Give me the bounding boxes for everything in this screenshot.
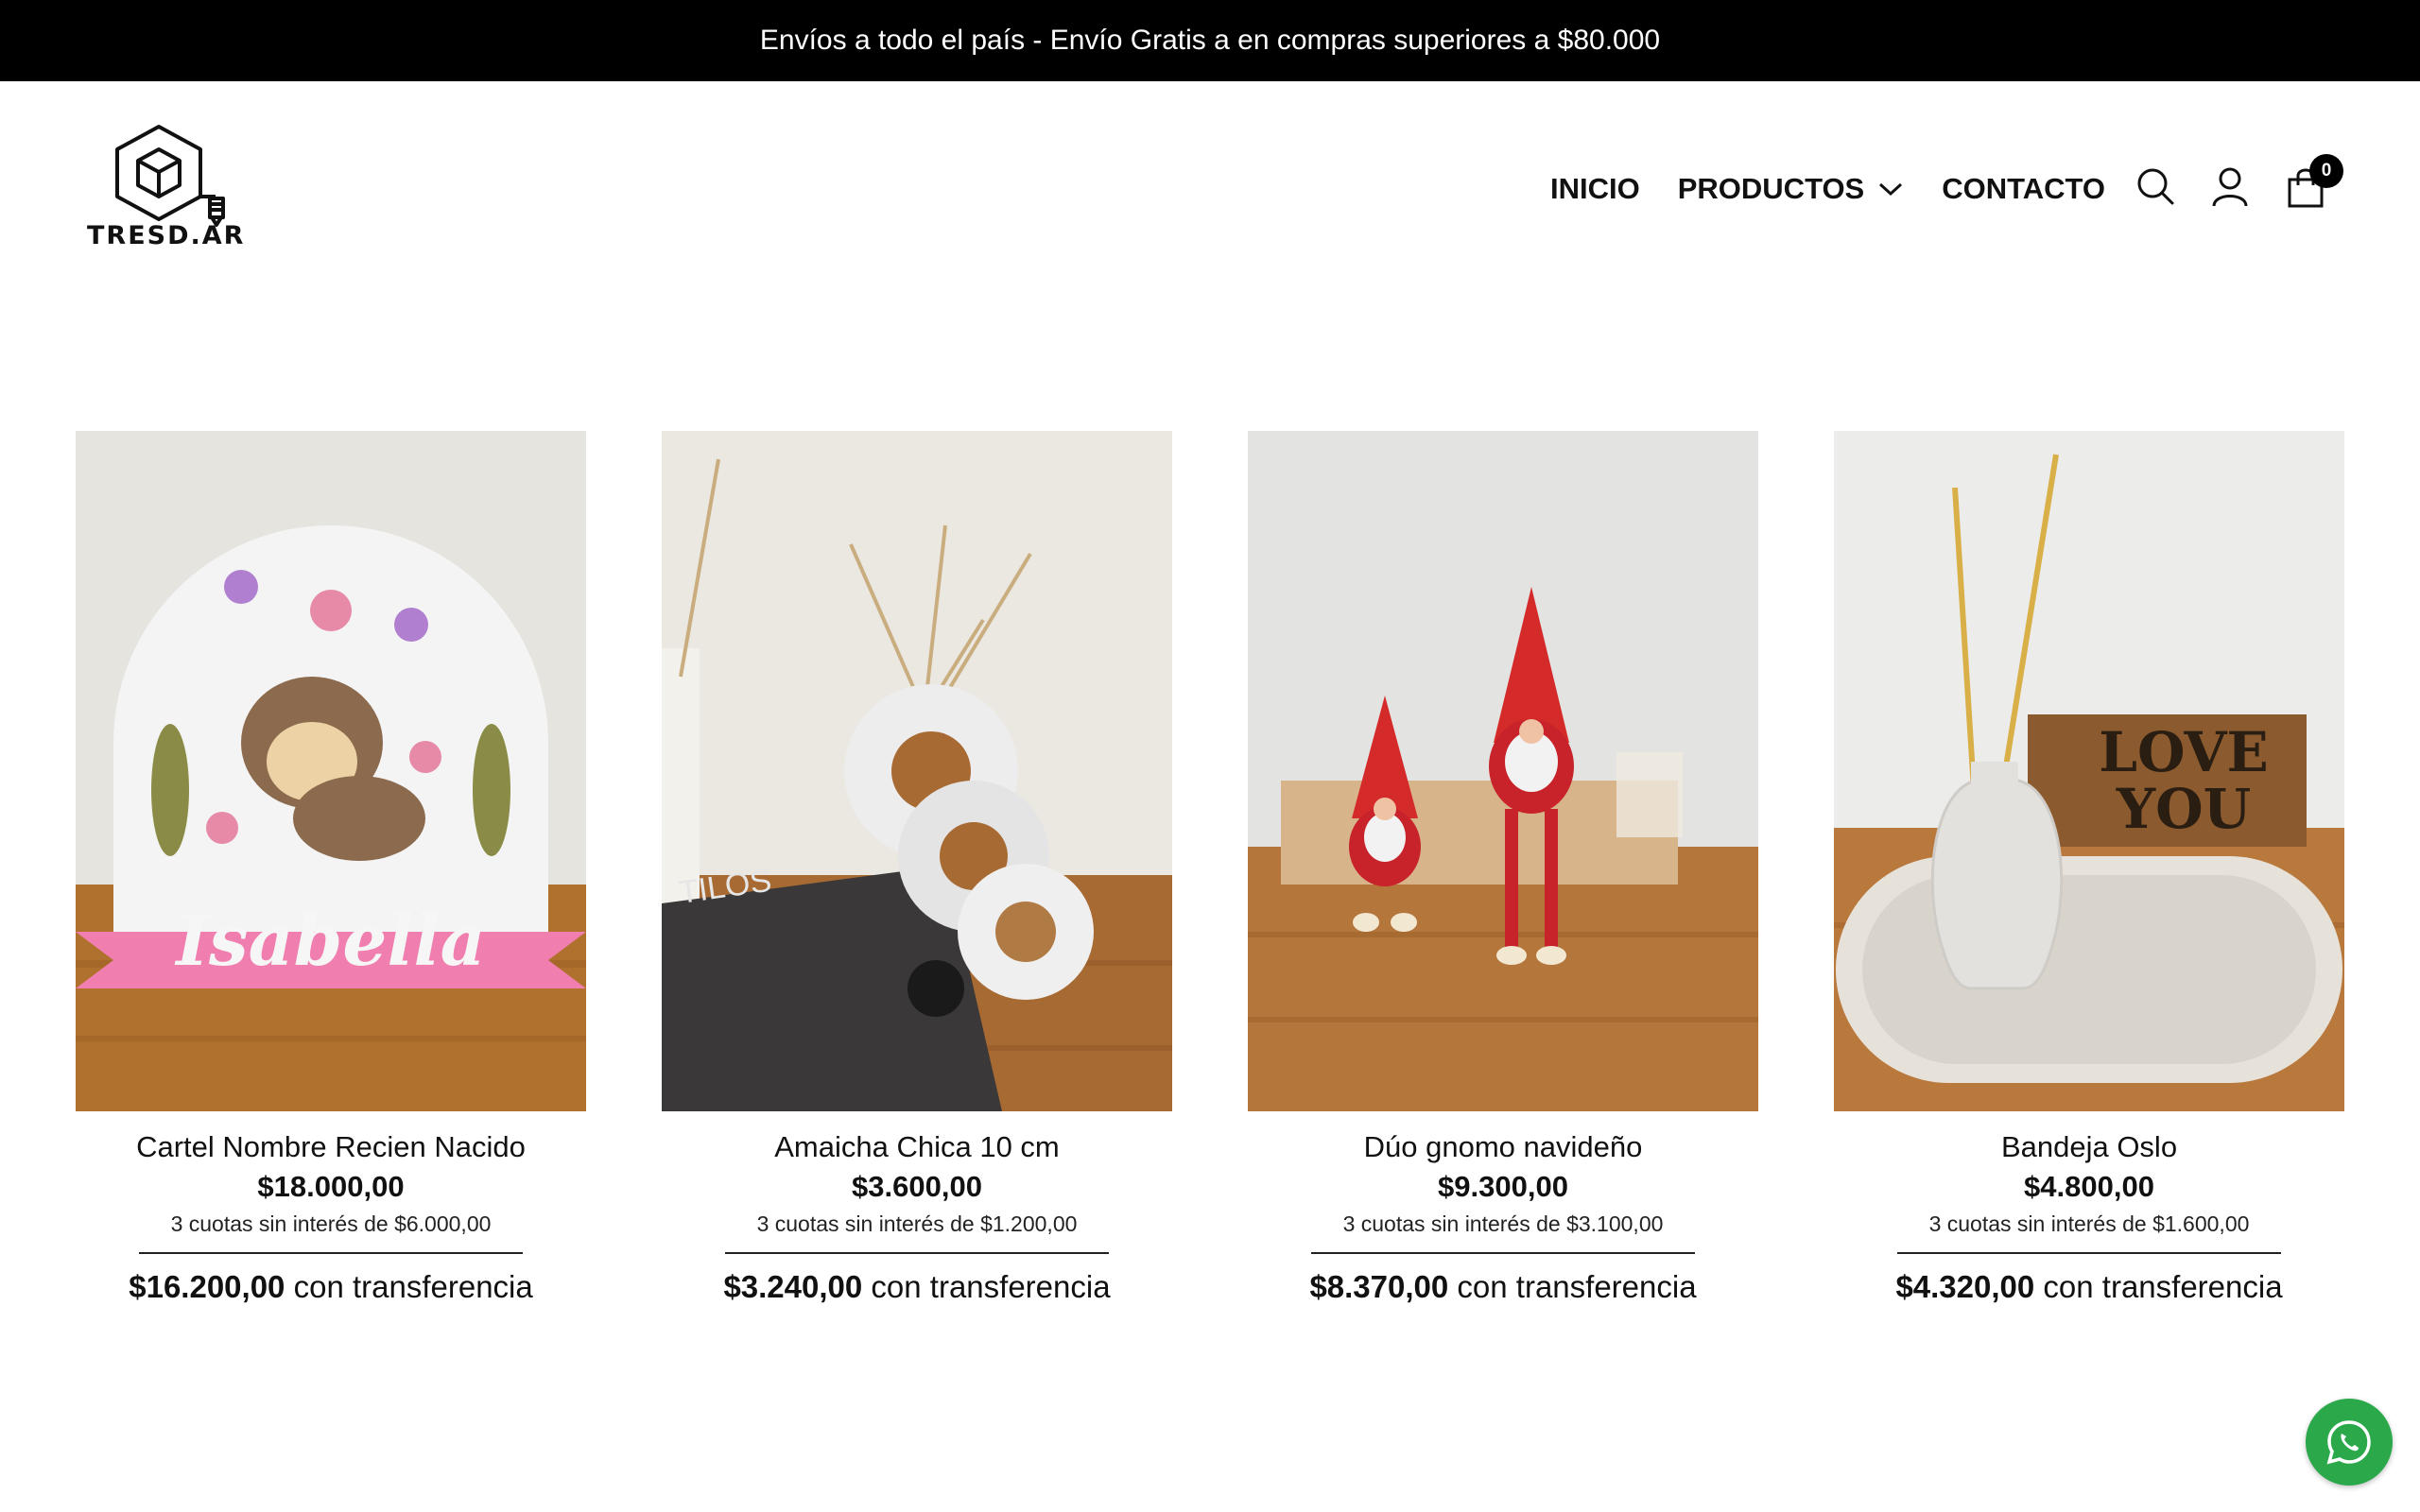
product-installments: 3 cuotas sin interés de $1.200,00 bbox=[756, 1211, 1078, 1236]
product-image-text: Isabella bbox=[174, 901, 485, 982]
product-image-text: YOU bbox=[2116, 777, 2252, 841]
product-price: $9.300,00 bbox=[1438, 1170, 1568, 1203]
product-image[interactable]: TILOS bbox=[662, 431, 1172, 1111]
nav-item-inicio[interactable]: INICIO bbox=[1550, 172, 1640, 206]
price-divider bbox=[1311, 1252, 1695, 1254]
brand-name: TRESD.AR bbox=[87, 221, 246, 250]
user-icon[interactable] bbox=[2209, 164, 2251, 210]
whatsapp-button[interactable] bbox=[2306, 1399, 2393, 1486]
chevron-down-icon bbox=[1879, 182, 1903, 197]
transfer-price-label: con transferencia bbox=[871, 1269, 1111, 1304]
product-price: $3.600,00 bbox=[852, 1170, 982, 1203]
product-transfer-price: $3.240,00 con transferencia bbox=[662, 1269, 1172, 1305]
whatsapp-icon bbox=[2326, 1420, 2371, 1465]
product-transfer-price: $8.370,00 con transferencia bbox=[1248, 1269, 1758, 1305]
product-image[interactable] bbox=[1248, 431, 1758, 1111]
nav-item-label: CONTACTO bbox=[1942, 172, 2106, 205]
product-price: $4.800,00 bbox=[2024, 1170, 2154, 1203]
transfer-price-value: $3.240,00 bbox=[723, 1269, 863, 1304]
product-name[interactable]: Amaicha Chica 10 cm bbox=[662, 1130, 1172, 1164]
product-installments: 3 cuotas sin interés de $3.100,00 bbox=[1342, 1211, 1664, 1236]
product-name[interactable]: Dúo gnomo navideño bbox=[1248, 1130, 1758, 1164]
product-card[interactable]: Dúo gnomo navideño $9.300,00 3 cuotas si… bbox=[1248, 431, 1758, 1319]
product-image[interactable]: LOVE YOU bbox=[1834, 431, 2344, 1111]
announcement-text: Envíos a todo el país - Envío Gratis a e… bbox=[759, 25, 1661, 56]
price-divider bbox=[725, 1252, 1109, 1254]
product-transfer-price: $4.320,00 con transferencia bbox=[1834, 1269, 2344, 1305]
transfer-price-label: con transferencia bbox=[1457, 1269, 1697, 1304]
nav-item-contacto[interactable]: CONTACTO bbox=[1942, 172, 2105, 206]
product-card[interactable]: Isabella Cartel Nombre Recien Nacido $18… bbox=[76, 431, 586, 1319]
main-nav: INICIO PRODUCTOS CONTACTO bbox=[1550, 168, 2105, 210]
price-divider bbox=[1897, 1252, 2281, 1254]
search-icon[interactable] bbox=[2135, 164, 2176, 210]
transfer-price-label: con transferencia bbox=[2043, 1269, 2283, 1304]
price-divider bbox=[139, 1252, 523, 1254]
nav-item-label: PRODUCTOS bbox=[1677, 172, 1865, 205]
transfer-price-value: $8.370,00 bbox=[1309, 1269, 1449, 1304]
transfer-price-label: con transferencia bbox=[293, 1269, 533, 1304]
nav-item-productos[interactable]: PRODUCTOS bbox=[1678, 172, 1905, 206]
product-card[interactable]: TILOS Amaicha Chica 10 cm $3.600,00 3 cu… bbox=[662, 431, 1172, 1319]
announcement-bar: Envíos a todo el país - Envío Gratis a e… bbox=[0, 0, 2420, 81]
product-grid: Isabella Cartel Nombre Recien Nacido $18… bbox=[76, 431, 2344, 1319]
product-name[interactable]: Cartel Nombre Recien Nacido bbox=[76, 1130, 586, 1164]
product-image-text: LOVE bbox=[2099, 720, 2269, 784]
product-installments: 3 cuotas sin interés de $1.600,00 bbox=[1928, 1211, 2250, 1236]
product-name[interactable]: Bandeja Oslo bbox=[1834, 1130, 2344, 1164]
product-image[interactable]: Isabella bbox=[76, 431, 586, 1111]
cart-count-badge: 0 bbox=[2309, 154, 2343, 188]
product-price: $18.000,00 bbox=[257, 1170, 405, 1203]
product-card[interactable]: LOVE YOU Bandeja Oslo $4.800,00 3 cuotas… bbox=[1834, 431, 2344, 1319]
transfer-price-value: $16.200,00 bbox=[129, 1269, 285, 1304]
nav-item-label: INICIO bbox=[1550, 172, 1640, 205]
site-header: TRESD.AR INICIO PRODUCTOS CONTACTO 0 bbox=[0, 81, 2420, 299]
product-installments: 3 cuotas sin interés de $6.000,00 bbox=[170, 1211, 492, 1236]
transfer-price-value: $4.320,00 bbox=[1895, 1269, 2035, 1304]
product-transfer-price: $16.200,00 con transferencia bbox=[76, 1269, 586, 1305]
